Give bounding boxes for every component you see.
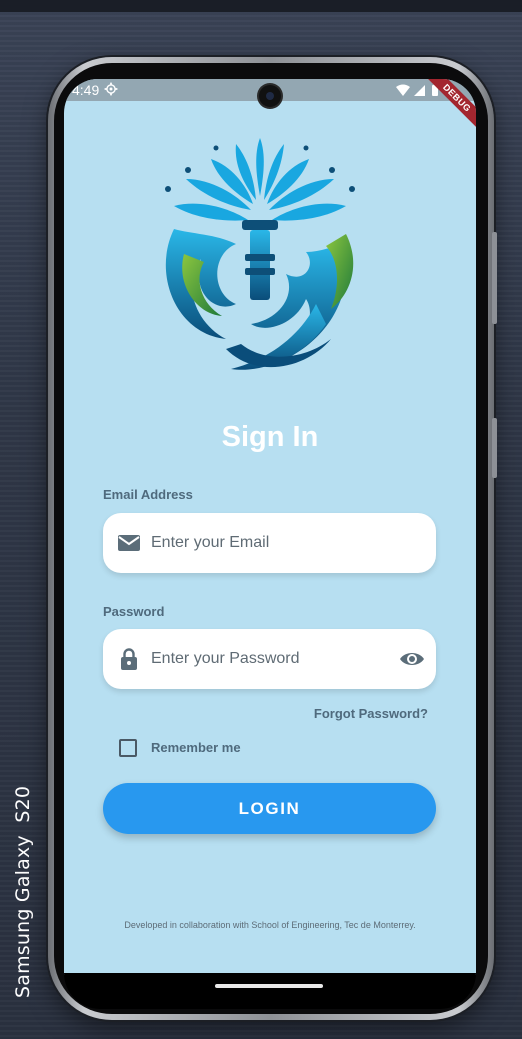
login-button[interactable]: LOGIN bbox=[103, 783, 436, 834]
front-camera bbox=[259, 85, 281, 107]
footer-credit: Developed in collaboration with School o… bbox=[124, 920, 416, 930]
status-time: 4:49 bbox=[72, 82, 100, 98]
app-screen: 4:49 DEBUG Sign In Email Address Enter y… bbox=[64, 79, 476, 975]
remember-me-label: Remember me bbox=[151, 740, 241, 755]
power-button bbox=[492, 232, 497, 324]
password-label: Password bbox=[103, 604, 165, 619]
eye-icon[interactable] bbox=[399, 647, 425, 671]
status-bar: 4:49 bbox=[64, 79, 476, 107]
volume-button bbox=[492, 418, 497, 478]
mail-icon bbox=[118, 535, 140, 551]
remember-me-checkbox[interactable] bbox=[119, 739, 137, 757]
signal-icon bbox=[414, 85, 425, 96]
navigation-bar bbox=[64, 973, 476, 1009]
password-field[interactable]: Enter your Password bbox=[103, 629, 436, 689]
email-placeholder: Enter your Email bbox=[151, 534, 270, 551]
lock-icon bbox=[121, 648, 137, 670]
email-label: Email Address bbox=[103, 487, 193, 502]
wifi-icon bbox=[396, 84, 410, 96]
emulator-top-bar bbox=[0, 0, 522, 12]
password-placeholder: Enter your Password bbox=[151, 650, 300, 667]
email-field[interactable]: Enter your Email bbox=[103, 513, 436, 573]
gear-icon bbox=[104, 82, 118, 96]
page-title: Sign In bbox=[221, 421, 319, 453]
fountain-logo bbox=[165, 138, 355, 370]
forgot-password-link[interactable]: Forgot Password? bbox=[314, 706, 428, 721]
device-label: Samsung Galaxy S20 bbox=[12, 785, 34, 998]
home-indicator[interactable] bbox=[215, 984, 323, 988]
